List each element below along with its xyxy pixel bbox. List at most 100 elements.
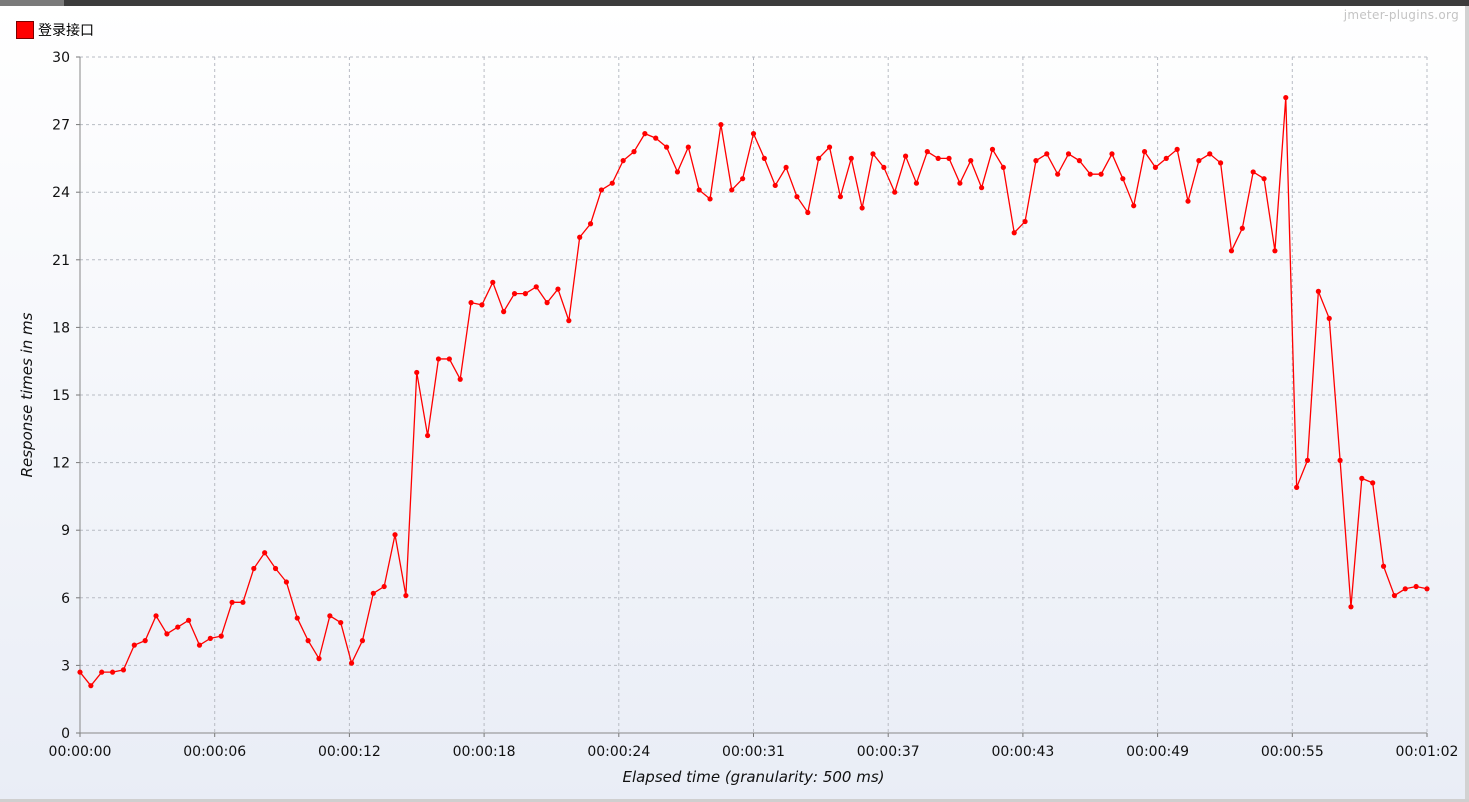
data-point [175,624,181,630]
data-point [1022,218,1028,225]
data-point [468,300,474,306]
data-point [1174,146,1180,152]
data-point [685,144,691,150]
data-point [1218,160,1224,166]
data-point [544,300,550,306]
data-point [587,221,594,227]
data-point [120,667,127,673]
data-point [1185,198,1191,204]
data-point [240,599,246,605]
x-tick-label: 00:00:24 [587,744,650,760]
x-tick-label: 00:01:02 [1396,744,1459,760]
data-point [957,180,963,186]
data-point [294,615,300,621]
data-point [1000,164,1006,171]
data-point [77,669,83,675]
data-point [1337,457,1343,463]
data-point [1294,484,1300,490]
data-point [1207,151,1213,157]
data-point [338,619,344,626]
data-point [88,683,94,689]
data-point [414,369,420,376]
data-point [620,158,626,164]
data-point [631,149,637,155]
data-point [1348,604,1354,610]
x-tick-labels: 00:00:00 00:00:06 00:00:12 00:00:18 00:00:24… [49,744,1459,760]
data-point [555,286,561,292]
y-tick-label: 0 [61,726,70,742]
data-point [109,669,116,675]
x-tick-label: 00:00:37 [857,744,920,760]
data-point [664,144,670,150]
data-point [740,176,746,182]
x-tick-label: 00:00:12 [318,744,381,760]
data-point [707,196,713,202]
x-tick-label: 00:00:43 [991,744,1054,760]
y-tick-label: 3 [61,658,70,674]
data-point [946,155,952,161]
data-point [1326,315,1332,321]
y-tick-label: 18 [52,320,70,336]
data-point [761,155,767,161]
data-point [1044,151,1050,157]
data-point [826,144,833,150]
data-point [479,302,485,308]
data-point [642,131,648,137]
data-point [272,565,279,572]
x-tick-label: 00:00:49 [1126,744,1189,760]
data-point [837,194,844,200]
data-point [164,631,170,637]
data-point [1402,586,1408,592]
data-point [207,635,213,641]
data-point [881,164,887,171]
y-tick-label: 24 [52,185,70,201]
data-point [359,638,366,644]
data-point [381,583,387,590]
data-point [511,291,518,297]
data-point [99,669,105,675]
data-point [859,205,865,211]
data-point [924,149,930,155]
data-point [392,532,398,538]
data-point [935,155,941,161]
data-point [501,309,507,315]
data-point [566,318,572,324]
data-point [892,189,898,195]
data-point [186,617,192,623]
data-point [490,279,496,285]
data-point [979,185,985,191]
y-tick-label: 30 [52,50,70,66]
data-point [1250,169,1256,175]
data-point [750,131,757,137]
data-point [1380,563,1387,569]
data-point [1239,225,1245,231]
data-point [425,432,431,439]
data-point [1228,248,1235,254]
data-point [229,599,235,605]
data-point [1359,475,1365,481]
data-point [1261,176,1267,182]
y-tick-label: 21 [52,253,70,269]
data-point [533,284,539,290]
data-point [696,187,702,193]
response-time-chart: 036912151821242730 00:00:00 00:00:06 00:00… [18,50,1459,786]
data-point [403,592,409,599]
y-tick-label: 6 [61,591,70,607]
data-point [1033,158,1039,164]
data-point [1076,158,1082,164]
data-point [283,579,289,585]
data-point [1424,586,1430,592]
x-tick-label: 00:00:00 [49,744,112,760]
data-point [1055,171,1061,177]
data-point [218,633,224,639]
data-point [457,376,463,382]
data-point [1120,176,1126,182]
y-tick-label: 9 [61,523,70,539]
data-point [609,180,615,186]
data-point [783,164,789,171]
data-point [1196,158,1202,164]
data-point [577,234,583,240]
data-point [131,642,137,648]
data-point [598,187,605,193]
x-axis-title: Elapsed time (granularity: 500 ms) [622,768,884,786]
